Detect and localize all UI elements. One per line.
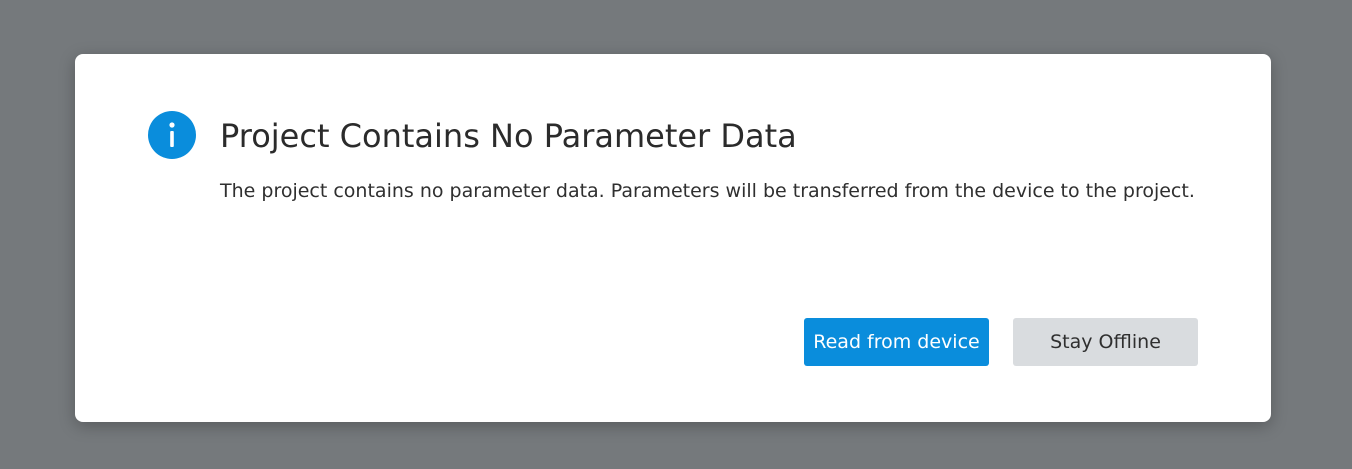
stay-offline-button[interactable]: Stay Offline bbox=[1013, 318, 1198, 366]
info-icon bbox=[148, 111, 196, 159]
read-from-device-button[interactable]: Read from device bbox=[804, 318, 989, 366]
dialog-title: Project Contains No Parameter Data bbox=[220, 117, 797, 155]
dialog-message: The project contains no parameter data. … bbox=[220, 180, 1195, 202]
dialog: Project Contains No Parameter Data The p… bbox=[75, 54, 1271, 422]
